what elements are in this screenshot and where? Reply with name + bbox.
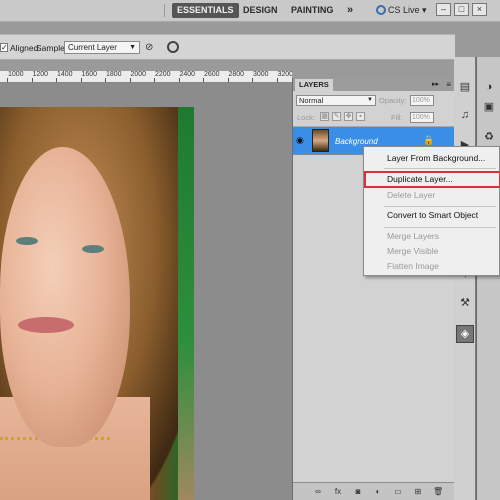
fill-field[interactable]: 100% (410, 112, 434, 123)
color-icon[interactable]: ◑ (481, 79, 497, 95)
sample-select[interactable]: Current Layer ▼ (64, 41, 140, 54)
histogram-icon[interactable]: ▤ (457, 79, 473, 95)
trash-icon[interactable]: 🗑 (433, 487, 443, 497)
layers-panel-header: LAYERS ▸▸ ≡ (293, 78, 455, 91)
workspace-essentials-button[interactable]: ESSENTIALS (172, 3, 239, 18)
appbar-separator (164, 4, 165, 17)
right-panel-dock: ▤ ♫ ▶ ⚘ ⚒ ◈ ◑ ▣ ♻ (454, 57, 500, 500)
menu-separator (384, 168, 496, 169)
ruler-tick (80, 78, 82, 82)
layers-panel-footer: ∞ fx ◙ ◐ ▭ ⊞ 🗑 (293, 482, 455, 500)
sample-label: Sample: (36, 43, 68, 53)
ruler-tick (227, 78, 229, 82)
ruler-tick (154, 78, 155, 82)
pressure-brush-icon[interactable] (167, 41, 179, 53)
ruler-tick-label: 2800 (228, 71, 245, 78)
menu-item-merge-layers: Merge Layers (387, 231, 439, 241)
adjustment-layer-icon[interactable]: ◐ (373, 487, 383, 497)
tool-presets-icon[interactable]: ⚒ (457, 295, 473, 311)
aligned-checkbox[interactable]: ✓ (0, 43, 8, 52)
new-layer-icon[interactable]: ⊞ (413, 487, 423, 497)
ruler-tick-label: 3000 (253, 71, 269, 78)
lock-position-icon[interactable]: ✥ (344, 112, 353, 121)
menu-item-flatten-image: Flatten Image (387, 261, 439, 271)
panel-menu-icon[interactable]: ≡ (446, 78, 451, 91)
chevron-down-icon: ▾ (422, 5, 427, 15)
layer-mask-icon[interactable]: ◙ (353, 487, 363, 497)
ruler-tick (56, 78, 57, 82)
layer-context-menu: Layer From Background... Duplicate Layer… (363, 146, 500, 276)
new-group-icon[interactable]: ▭ (393, 487, 403, 497)
aligned-label: Aligned (10, 43, 39, 53)
tool-options-bar: ✓ Aligned Sample: Current Layer ▼ ⊘ (0, 34, 455, 60)
lock-image-icon[interactable]: ✎ (332, 112, 341, 121)
eye-icon[interactable]: ◉ (296, 136, 306, 145)
layers-dock-button[interactable]: ◈ (456, 325, 474, 343)
ruler-tick-label: 2600 (204, 71, 220, 78)
ruler-tick (203, 78, 204, 82)
ruler-tick (252, 78, 253, 82)
ruler-tick-label: 2200 (155, 71, 171, 78)
opacity-label: Opacity: (379, 96, 407, 105)
chevron-down-icon: ▼ (129, 44, 136, 51)
ruler-tick-label: 1000 (8, 71, 24, 78)
ruler-tick (129, 78, 131, 82)
ruler-tick (276, 78, 278, 82)
menu-item-delete-layer: Delete Layer (387, 190, 436, 200)
more-workspaces-button[interactable]: » (342, 3, 358, 18)
tab-layers[interactable]: LAYERS (295, 79, 333, 91)
portrait-photo (0, 107, 194, 500)
opacity-field[interactable]: 100% (410, 95, 434, 106)
menu-item-merge-visible: Merge Visible (387, 246, 439, 256)
workspace-painting-button[interactable]: PAINTING (286, 3, 338, 18)
ruler-tick (178, 78, 180, 82)
ruler-tick-label: 2000 (130, 71, 147, 78)
dock-column-tools: ▤ ♫ ▶ ⚘ ⚒ ◈ (454, 57, 476, 500)
collapse-panel-icon[interactable]: ▸▸ (432, 78, 439, 91)
link-layers-icon[interactable]: ∞ (313, 487, 323, 497)
horizontal-ruler: 1000 1200 1400 1600 1800 2000 2200 2400 2600 2800… (0, 71, 292, 83)
close-window-button[interactable]: × (472, 3, 487, 16)
layers-panel: LAYERS ▸▸ ≡ Normal ▼ Opacity: 100% Lock:… (292, 78, 455, 500)
menu-item-convert-to-smart-object[interactable]: Convert to Smart Object (364, 207, 500, 223)
layer-thumbnail (312, 129, 329, 152)
menu-item-layer-from-background[interactable]: Layer From Background... (364, 150, 500, 166)
blend-mode-value: Normal (299, 96, 324, 105)
ruler-tick-label: 3200 (277, 71, 293, 78)
cs-live-icon (376, 5, 386, 15)
maximize-window-button[interactable]: □ (454, 3, 469, 16)
ignore-adjustment-layers-icon[interactable]: ⊘ (145, 42, 156, 53)
fill-label: Fill: (391, 113, 403, 122)
lock-all-icon[interactable]: ▪ (356, 112, 365, 121)
blend-mode-select[interactable]: Normal ▼ (296, 95, 376, 106)
application-bar: ESSENTIALS DESIGN PAINTING » CS Live ▾ –… (0, 0, 500, 22)
swatches-icon[interactable]: ▣ (481, 99, 497, 115)
ruler-tick-label: 1600 (81, 71, 98, 78)
history-icon[interactable]: ♫ (457, 107, 473, 123)
lock-icon: 🔒 (423, 135, 435, 145)
ruler-tick (7, 78, 8, 82)
workspace-design-button[interactable]: DESIGN (238, 3, 283, 18)
lock-label: Lock: (297, 113, 315, 122)
document-canvas[interactable] (0, 83, 292, 500)
ruler-tick-label: 2400 (179, 71, 196, 78)
menu-item-duplicate-layer[interactable]: Duplicate Layer... (364, 171, 500, 187)
styles-icon[interactable]: ♻ (481, 129, 497, 145)
minimize-window-button[interactable]: – (436, 3, 451, 16)
sample-select-value: Current Layer (68, 43, 117, 52)
ruler-tick (31, 78, 33, 82)
ruler-tick (105, 78, 106, 82)
dock-column-panels: ◑ ▣ ♻ (477, 57, 500, 500)
lock-transparency-icon[interactable]: ▦ (320, 112, 329, 121)
cs-live-button[interactable]: CS Live ▾ (376, 3, 427, 18)
ruler-tick-label: 1800 (106, 71, 122, 78)
cs-live-label: CS Live (388, 5, 420, 15)
ruler-tick-label: 1200 (32, 71, 49, 78)
layer-style-icon[interactable]: fx (333, 487, 343, 497)
layer-name: Background (335, 137, 378, 146)
chevron-down-icon: ▼ (367, 97, 373, 103)
ruler-tick-label: 1400 (57, 71, 73, 78)
